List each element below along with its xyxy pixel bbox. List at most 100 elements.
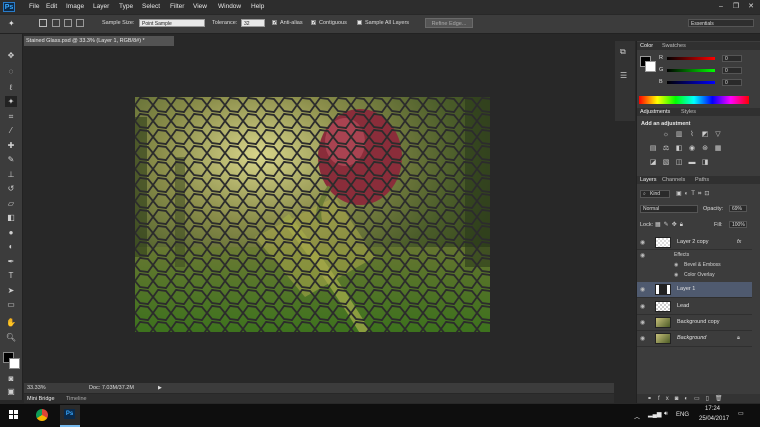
hand-tool-icon[interactable]: ✋: [5, 317, 17, 328]
tray-chevron-icon[interactable]: ︿: [634, 412, 640, 421]
anti-alias-checkbox[interactable]: ✓: [272, 20, 277, 26]
brush-tool-icon[interactable]: ✎: [5, 154, 17, 165]
brightness-icon[interactable]: ☼: [662, 131, 670, 139]
fx-badge[interactable]: fx: [737, 239, 741, 245]
chrome-taskbar-icon[interactable]: [36, 409, 48, 421]
color-balance-icon[interactable]: ⚖: [662, 145, 670, 153]
bevel-emboss-effect[interactable]: Bevel & Emboss: [684, 262, 721, 268]
layer-row-layer-1[interactable]: ◉ Layer 1: [637, 282, 752, 298]
tab-paths[interactable]: Paths: [695, 177, 709, 183]
tab-timeline[interactable]: Timeline: [66, 396, 87, 402]
eyedropper-tool-icon[interactable]: ⁄: [5, 125, 17, 136]
visibility-eye-icon[interactable]: ◉: [640, 319, 645, 326]
path-selection-icon[interactable]: ➤: [5, 285, 17, 296]
restore-button[interactable]: ❐: [731, 2, 741, 12]
new-selection-icon[interactable]: [39, 19, 47, 27]
lasso-tool-icon[interactable]: ℓ: [5, 82, 17, 93]
menu-view[interactable]: View: [193, 3, 207, 10]
curves-icon[interactable]: ⌇: [688, 131, 696, 139]
layer-row-background-copy[interactable]: ◉ Background copy: [637, 315, 752, 331]
magic-wand-tool-icon[interactable]: ✦: [8, 19, 18, 28]
shape-tool-icon[interactable]: ▭: [5, 299, 17, 310]
color-background-swatch[interactable]: [645, 61, 656, 72]
layer-filter-select[interactable]: ⌕ Kind: [640, 190, 670, 198]
visibility-eye-icon[interactable]: ◉: [640, 335, 645, 342]
refine-edge-button[interactable]: Refine Edge...: [425, 18, 473, 28]
exposure-icon[interactable]: ◩: [701, 131, 709, 139]
threshold-icon[interactable]: ◫: [675, 159, 683, 167]
hue-saturation-icon[interactable]: ▤: [649, 145, 657, 153]
tab-channels[interactable]: Channels: [662, 177, 685, 183]
gradient-map-icon[interactable]: ▬: [688, 159, 696, 167]
invert-icon[interactable]: ◪: [649, 159, 657, 167]
clock-date[interactable]: 25/04/2017: [699, 416, 729, 422]
vibrance-icon[interactable]: ▽: [714, 131, 722, 139]
fill-value[interactable]: 100%: [729, 221, 747, 228]
b-slider[interactable]: [667, 81, 715, 84]
clone-stamp-icon[interactable]: ⊥: [5, 169, 17, 180]
visibility-eye-icon[interactable]: ◉: [640, 239, 645, 246]
posterize-icon[interactable]: ▧: [662, 159, 670, 167]
bevel-eye-icon[interactable]: ◉: [674, 262, 678, 268]
g-value[interactable]: 0: [722, 67, 742, 74]
marquee-tool-icon[interactable]: ◌: [5, 66, 17, 77]
intersect-selection-icon[interactable]: [76, 19, 84, 27]
menu-edit[interactable]: Edit: [46, 3, 57, 10]
contiguous-checkbox[interactable]: ✓: [311, 20, 316, 26]
filter-icons[interactable]: ▣◐T⌗⊡: [676, 190, 736, 198]
menu-help[interactable]: Help: [251, 3, 264, 10]
blend-mode-select[interactable]: Normal: [640, 205, 698, 213]
menu-type[interactable]: Type: [119, 3, 133, 10]
visibility-eye-icon[interactable]: ◉: [640, 303, 645, 310]
effects-eye-icon[interactable]: ◉: [640, 252, 645, 259]
lock-icons[interactable]: ▦✎✥🔒︎: [655, 221, 686, 229]
tab-adjustments[interactable]: Adjustments: [640, 109, 670, 115]
document-tab[interactable]: Stained Glass.psd @ 33.3% (Layer 1, RGB/…: [24, 36, 174, 46]
network-icon[interactable]: ▂▄▆: [648, 411, 661, 418]
b-value[interactable]: 0: [722, 79, 742, 86]
photo-filter-icon[interactable]: ◉: [688, 145, 696, 153]
channel-mixer-icon[interactable]: ⊛: [701, 145, 709, 153]
crop-tool-icon[interactable]: ⌗: [5, 111, 17, 122]
selective-color-icon[interactable]: ◨: [701, 159, 709, 167]
g-slider[interactable]: [667, 69, 715, 72]
black-white-icon[interactable]: ◧: [675, 145, 683, 153]
eraser-tool-icon[interactable]: ▱: [5, 198, 17, 209]
layer-row-layer-2-copy[interactable]: ◉ Layer 2 copy fx: [637, 235, 752, 250]
opacity-value[interactable]: 69%: [729, 205, 747, 212]
move-tool-icon[interactable]: ✥: [5, 50, 17, 61]
color-overlay-effect[interactable]: Color Overlay: [684, 272, 715, 278]
menu-image[interactable]: Image: [66, 3, 84, 10]
color-lookup-icon[interactable]: ▦: [714, 145, 722, 153]
photoshop-taskbar-button[interactable]: Ps: [60, 405, 80, 427]
r-value[interactable]: 0: [722, 55, 742, 62]
layer-row-background[interactable]: ◉ Background 🔒︎: [637, 331, 752, 347]
clock-time[interactable]: 17:24: [705, 406, 720, 412]
background-color-swatch[interactable]: [9, 358, 20, 369]
pen-tool-icon[interactable]: ✒: [5, 256, 17, 267]
sample-all-layers-checkbox[interactable]: [357, 20, 362, 25]
language-indicator[interactable]: ENG: [676, 412, 689, 418]
quick-mask-icon[interactable]: ◙: [5, 373, 17, 384]
tab-styles[interactable]: Styles: [681, 109, 696, 115]
add-selection-icon[interactable]: [52, 19, 60, 27]
subtract-selection-icon[interactable]: [64, 19, 72, 27]
menu-layer[interactable]: Layer: [93, 3, 109, 10]
healing-brush-icon[interactable]: ✚: [5, 140, 17, 151]
blur-tool-icon[interactable]: ●: [5, 227, 17, 238]
menu-window[interactable]: Window: [218, 3, 241, 10]
screen-mode-icon[interactable]: ▣: [5, 386, 17, 397]
color-spectrum[interactable]: [639, 96, 749, 104]
history-brush-icon[interactable]: ↺: [5, 183, 17, 194]
minimize-button[interactable]: –: [716, 2, 726, 12]
zoom-tool-icon[interactable]: 🔍︎: [5, 332, 17, 343]
visibility-eye-icon[interactable]: ◉: [640, 286, 645, 293]
sample-size-select[interactable]: Point Sample: [139, 19, 205, 27]
dodge-tool-icon[interactable]: ◐: [5, 241, 17, 252]
layer-row-lead[interactable]: ◉ Lead: [637, 299, 752, 315]
properties-icon[interactable]: ☰: [620, 71, 627, 80]
levels-icon[interactable]: ▥: [675, 131, 683, 139]
history-icon[interactable]: ⧉: [620, 47, 626, 57]
tab-swatches[interactable]: Swatches: [662, 43, 686, 49]
workspace-select[interactable]: Essentials: [688, 19, 754, 27]
